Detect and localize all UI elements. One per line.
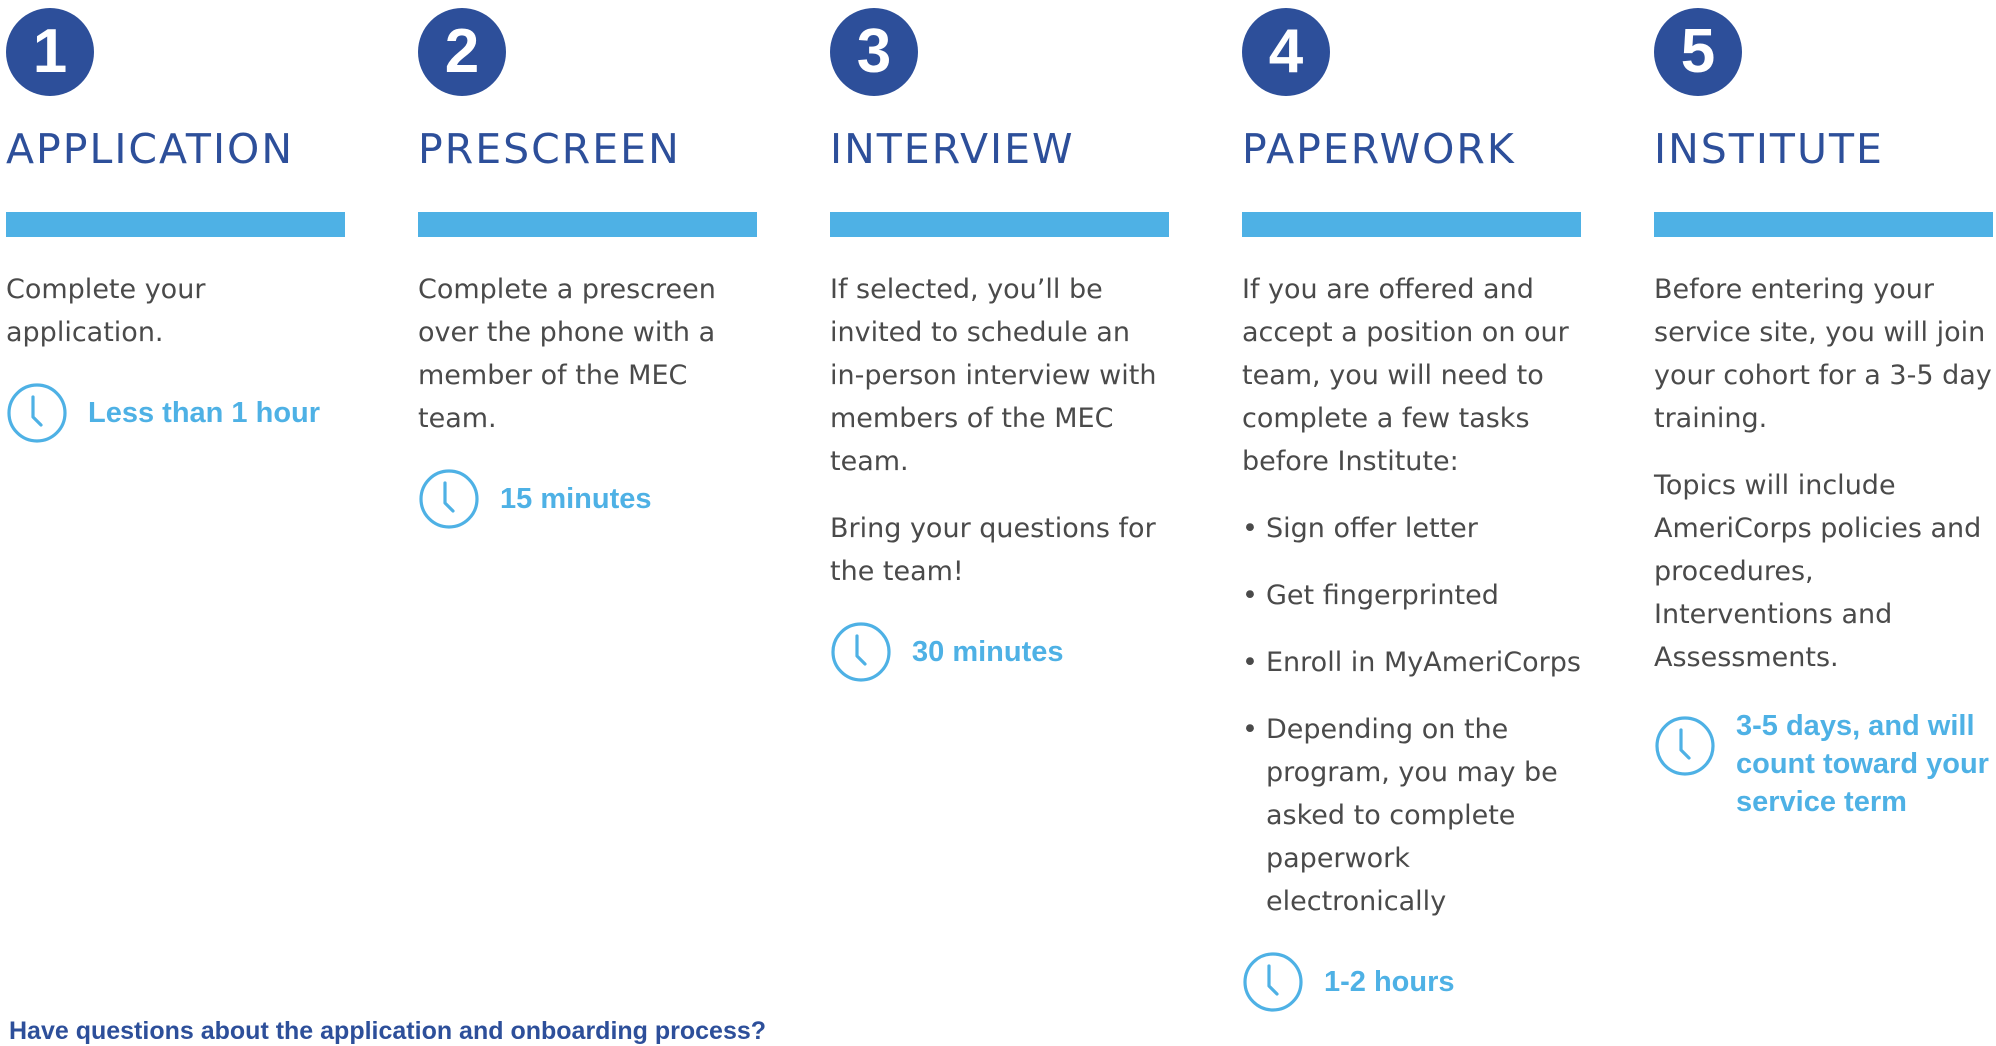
clock-icon — [1242, 951, 1304, 1013]
step-description: If you are offered and accept a position… — [1242, 268, 1581, 1013]
step-paragraph: Complete your application. — [6, 274, 206, 348]
step-title: INTERVIEW — [830, 125, 1075, 173]
step-paragraph: If you are offered and accept a position… — [1242, 274, 1569, 477]
step-task-item: Enroll in MyAmeriCorps — [1242, 641, 1581, 684]
step-number-badge: 1 — [6, 8, 94, 96]
step-duration: 3-5 days, and will count toward your ser… — [1654, 707, 1993, 821]
duration-label: 15 minutes — [500, 483, 652, 515]
step-title: PRESCREEN — [418, 125, 681, 173]
step-number-badge: 3 — [830, 8, 918, 96]
clock-icon — [830, 621, 892, 683]
step-description: Complete your application. Less than 1 ho… — [6, 268, 345, 444]
step-duration: 30 minutes — [830, 621, 1169, 683]
step-paragraph: Bring your questions for the team! — [830, 513, 1156, 587]
step-task-list: Sign offer letter Get fingerprinted Enroll… — [1242, 507, 1581, 923]
duration-label: 30 minutes — [912, 636, 1064, 668]
step-description: Complete a prescreen over the phone with… — [418, 268, 757, 530]
step-paragraph: Topics will include AmeriCorps policies … — [1654, 470, 1982, 673]
duration-label: 1-2 hours — [1324, 966, 1455, 998]
step-description: If selected, you’ll be invited to schedu… — [830, 268, 1169, 683]
duration-label: Less than 1 hour — [88, 397, 321, 429]
step-description: Before entering your service site, you w… — [1654, 268, 1993, 821]
step-divider-bar — [830, 212, 1169, 237]
duration-label: 3-5 days, and will count toward your ser… — [1736, 710, 1989, 818]
step-number-badge: 5 — [1654, 8, 1742, 96]
clock-icon — [1654, 707, 1716, 777]
step-number-badge: 4 — [1242, 8, 1330, 96]
step-duration: 15 minutes — [418, 468, 757, 530]
step-paragraph: Before entering your service site, you w… — [1654, 274, 1992, 434]
step-divider-bar — [1654, 212, 1993, 237]
clock-icon — [6, 382, 68, 444]
step-title: PAPERWORK — [1242, 125, 1516, 173]
step-task-item: Depending on the program, you may be ask… — [1242, 708, 1581, 923]
step-paragraph: If selected, you’ll be invited to schedu… — [830, 274, 1157, 477]
step-number-badge: 2 — [418, 8, 506, 96]
step-duration: 1-2 hours — [1242, 951, 1581, 1013]
step-divider-bar — [1242, 212, 1581, 237]
footer-question: Have questions about the application and… — [9, 1017, 767, 1045]
step-task-item: Sign offer letter — [1242, 507, 1581, 550]
step-title: APPLICATION — [6, 125, 294, 173]
step-divider-bar — [6, 212, 345, 237]
step-duration: Less than 1 hour — [6, 382, 345, 444]
step-title: INSTITUTE — [1654, 125, 1884, 173]
step-paragraph: Complete a prescreen over the phone with… — [418, 274, 716, 434]
clock-icon — [418, 468, 480, 530]
step-divider-bar — [418, 212, 757, 237]
step-task-item: Get fingerprinted — [1242, 574, 1581, 617]
